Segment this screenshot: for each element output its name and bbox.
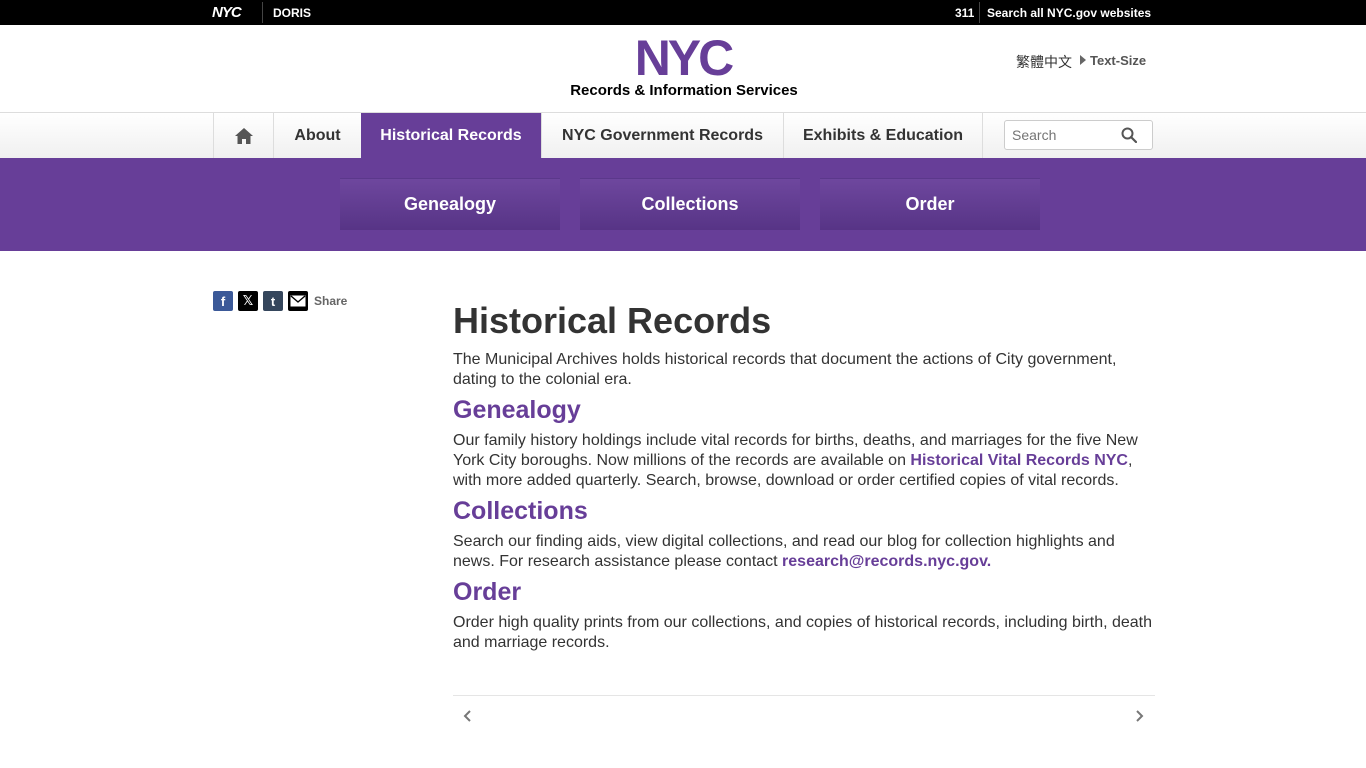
- tumblr-icon[interactable]: t: [263, 291, 283, 311]
- chevron-left-icon[interactable]: [459, 706, 477, 726]
- intro-text: The Municipal Archives holds historical …: [453, 351, 1117, 388]
- email-icon[interactable]: [288, 291, 308, 311]
- nav-historical-records[interactable]: Historical Records: [361, 113, 541, 158]
- genealogy-text: Our family history holdings include vita…: [453, 432, 1138, 489]
- subnav-order-button[interactable]: Order: [820, 178, 1040, 230]
- x-twitter-icon[interactable]: 𝕏: [238, 291, 258, 311]
- collections-heading[interactable]: Collections: [453, 496, 1155, 526]
- top-bar-divider: [262, 2, 263, 23]
- historical-vital-records-link[interactable]: Historical Vital Records NYC: [910, 452, 1128, 469]
- nav-government-records[interactable]: NYC Government Records: [541, 113, 783, 158]
- main-nav: About Historical Records NYC Government …: [0, 113, 1366, 158]
- content-divider: [453, 695, 1155, 696]
- search-icon[interactable]: [1121, 127, 1137, 143]
- link-311[interactable]: 311: [955, 6, 974, 20]
- home-icon: [234, 127, 253, 144]
- language-link[interactable]: 繁體中文: [1016, 52, 1072, 72]
- order-text: Order high quality prints from our colle…: [453, 614, 1153, 651]
- sub-nav: Genealogy Collections Order: [0, 158, 1366, 251]
- subnav-genealogy-button[interactable]: Genealogy: [340, 178, 560, 230]
- site-header: NYC Records & Information Services 繁體中文 …: [0, 25, 1366, 113]
- doris-link[interactable]: DORIS: [273, 6, 311, 20]
- page-title: Historical Records: [453, 300, 772, 341]
- order-heading[interactable]: Order: [453, 577, 1155, 607]
- collections-text: Search our finding aids, view digital co…: [453, 533, 1115, 570]
- text-size-button[interactable]: Text-Size: [1090, 53, 1146, 68]
- nav-about[interactable]: About: [273, 113, 361, 158]
- research-email-link[interactable]: research@records.nyc.gov.: [782, 553, 991, 570]
- share-bar: f 𝕏 t Share: [213, 291, 347, 311]
- main-content: Historical Records The Municipal Archive…: [453, 300, 1155, 653]
- genealogy-heading[interactable]: Genealogy: [453, 395, 1155, 425]
- nav-exhibits-education[interactable]: Exhibits & Education: [783, 113, 983, 158]
- agency-subtitle[interactable]: Records & Information Services: [564, 82, 804, 99]
- search-input[interactable]: [1005, 121, 1115, 149]
- svg-text:NYC: NYC: [635, 35, 733, 79]
- search-box: [1004, 120, 1153, 150]
- subnav-collections-button[interactable]: Collections: [580, 178, 800, 230]
- top-bar-divider: [979, 2, 980, 23]
- search-all-nyc-link[interactable]: Search all NYC.gov websites: [987, 6, 1151, 20]
- chevron-right-icon[interactable]: [1130, 706, 1148, 726]
- facebook-icon[interactable]: f: [213, 291, 233, 311]
- share-label[interactable]: Share: [314, 294, 347, 308]
- top-bar: NYC DORIS 311 Search all NYC.gov website…: [0, 0, 1366, 25]
- nyc-mini-logo[interactable]: NYC: [212, 5, 242, 20]
- triangle-right-icon: [1080, 55, 1086, 65]
- nyc-logo[interactable]: NYC: [622, 35, 744, 79]
- nav-home[interactable]: [213, 113, 273, 158]
